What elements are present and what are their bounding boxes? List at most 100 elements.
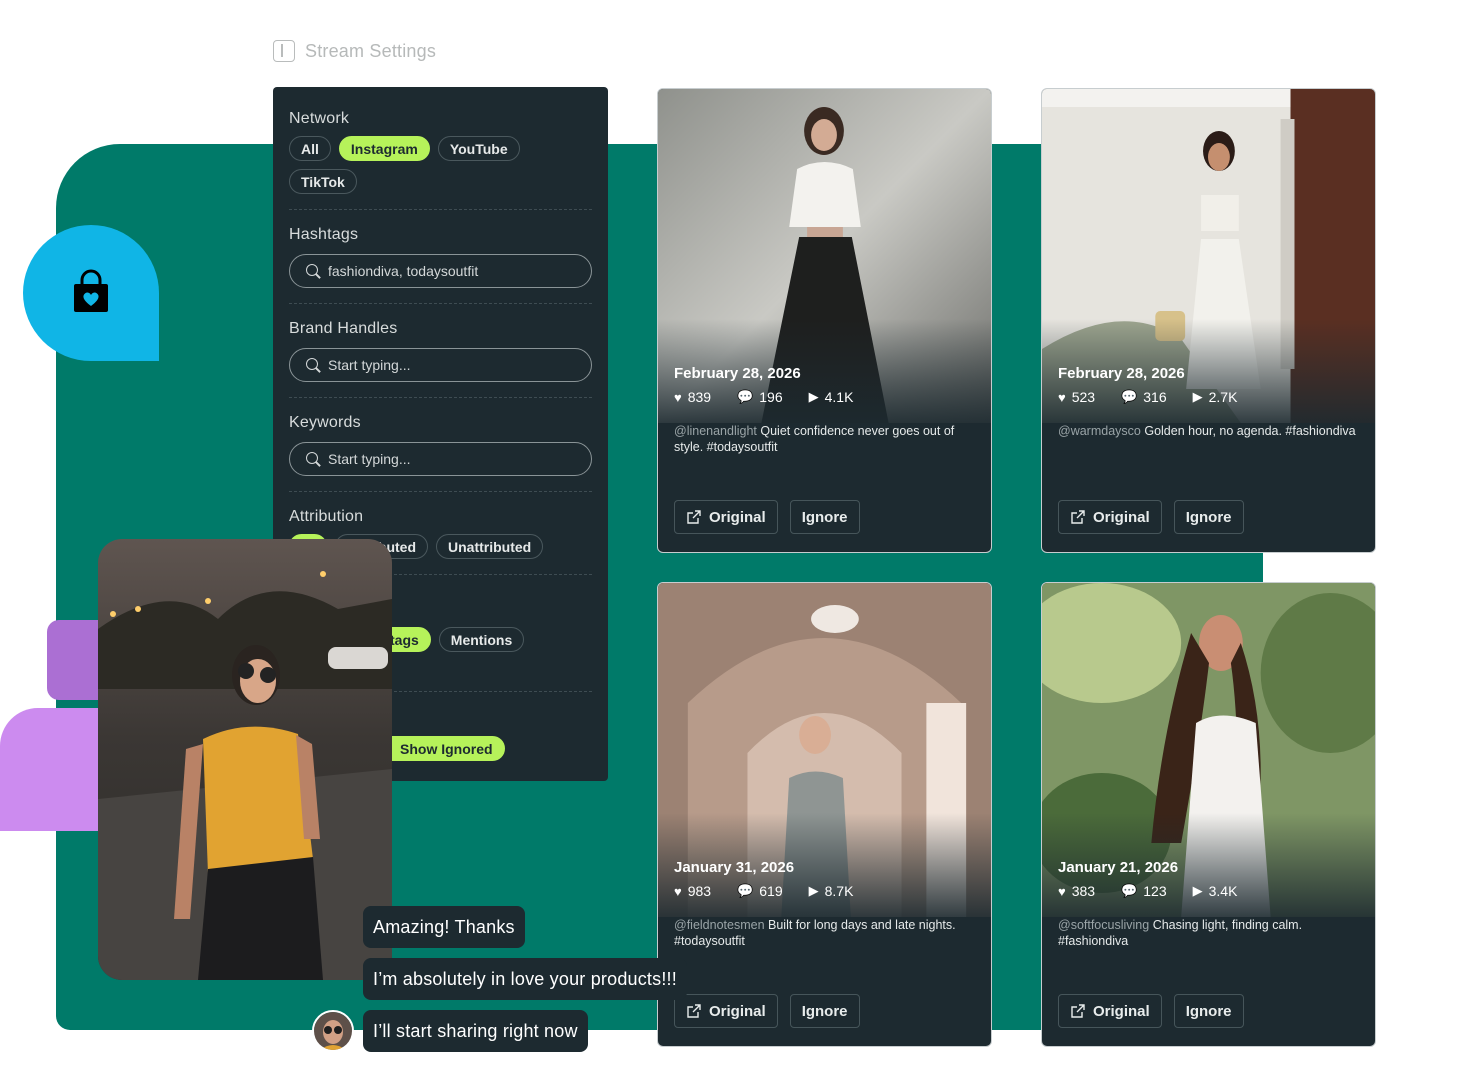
post-handle: @linenandlight	[674, 424, 757, 438]
ignore-button[interactable]: Ignore	[789, 500, 860, 534]
comment-icon: 💬	[737, 389, 754, 404]
divider	[289, 303, 592, 304]
likes-stat: ♥ 523	[1058, 389, 1095, 405]
hashtags-label: Hashtags	[289, 226, 359, 243]
post-card: February 28, 2026 ♥ 523 💬 316 ▶ 2.7K @warmd…	[1041, 88, 1376, 553]
customer-photo-card	[98, 539, 392, 980]
page-title: Stream Settings	[305, 40, 437, 61]
attribution-label: Attribution	[289, 508, 364, 525]
network-label: Network	[289, 110, 350, 127]
heart-icon: ♥	[1058, 389, 1066, 405]
post-actions: Original Ignore	[674, 500, 860, 534]
chip-network-all[interactable]: All	[289, 136, 331, 161]
external-link-icon	[1071, 1004, 1085, 1018]
chat-bubble: I’m absolutely in love your products!!!	[363, 958, 687, 1000]
comments-stat: 💬 123	[1121, 883, 1167, 899]
original-label: Original	[709, 1002, 766, 1020]
chip-network-youtube[interactable]: YouTube	[437, 136, 520, 161]
heart-icon: ♥	[674, 883, 682, 899]
post-text: Golden hour, no agenda. #fashiondiva	[1144, 424, 1356, 438]
chat-bubble: Amazing! Thanks	[363, 906, 525, 948]
avatar	[312, 1010, 354, 1052]
hashtags-section: Hashtags fashiondiva, todaysoutfit	[289, 226, 592, 288]
keywords-placeholder: Start typing...	[328, 451, 411, 467]
chip-source-mentions[interactable]: Mentions	[438, 627, 525, 652]
likes-count: 523	[1071, 389, 1096, 405]
search-icon	[306, 357, 321, 373]
comments-stat: 💬 196	[737, 389, 783, 405]
views-count: 4.1K	[824, 389, 854, 405]
post-caption: @linenandlight Quiet confidence never go…	[674, 423, 979, 455]
post-actions: Original Ignore	[1058, 500, 1244, 534]
original-button[interactable]: Original	[674, 994, 778, 1028]
divider	[289, 209, 592, 210]
chip-attribution-unattributed[interactable]: Unattributed	[436, 534, 544, 559]
original-button[interactable]: Original	[1058, 994, 1162, 1028]
chip-network-instagram[interactable]: Instagram	[338, 136, 430, 161]
post-card: February 28, 2026 ♥ 839 💬 196 ▶ 4.1K @linen…	[657, 88, 992, 553]
comments-count: 196	[759, 389, 783, 405]
post-actions: Original Ignore	[674, 994, 860, 1028]
post-actions: Original Ignore	[1058, 994, 1244, 1028]
hashtags-value: fashiondiva, todaysoutfit	[328, 263, 479, 279]
likes-count: 983	[687, 883, 712, 899]
likes-stat: ♥ 983	[674, 883, 711, 899]
views-count: 3.4K	[1208, 883, 1238, 899]
chip-network-tiktok[interactable]: TikTok	[289, 169, 357, 194]
original-label: Original	[1093, 1002, 1150, 1020]
comments-count: 316	[1143, 389, 1167, 405]
hashtags-input[interactable]: fashiondiva, todaysoutfit	[289, 254, 592, 288]
likes-count: 383	[1071, 883, 1096, 899]
post-date: February 28, 2026	[1058, 365, 1185, 382]
play-icon: ▶	[808, 883, 819, 898]
sidebar-toggle-icon[interactable]	[273, 40, 295, 62]
keywords-label: Keywords	[289, 414, 361, 431]
post-stats: ♥ 523 💬 316 ▶ 2.7K	[1058, 389, 1237, 405]
ignore-button[interactable]: Ignore	[1173, 994, 1244, 1028]
comments-count: 123	[1143, 883, 1167, 899]
post-caption: @warmdaysco Golden hour, no agenda. #fas…	[1058, 423, 1363, 439]
post-caption: @softfocusliving Chasing light, finding …	[1058, 917, 1363, 949]
post-card: January 21, 2026 ♥ 383 💬 123 ▶ 3.4K @softfo…	[1041, 582, 1376, 1047]
views-stat: ▶ 2.7K	[1193, 389, 1238, 405]
divider	[289, 397, 592, 398]
external-link-icon	[687, 1004, 701, 1018]
shopping-bag-heart-icon	[74, 269, 108, 312]
brand-handles-section: Brand Handles Start typing...	[289, 320, 592, 382]
views-count: 8.7K	[824, 883, 854, 899]
comments-stat: 💬 619	[737, 883, 783, 899]
post-stats: ♥ 839 💬 196 ▶ 4.1K	[674, 389, 853, 405]
original-button[interactable]: Original	[1058, 500, 1162, 534]
post-stats: ♥ 983 💬 619 ▶ 8.7K	[674, 883, 853, 899]
avatar-image	[314, 1012, 352, 1050]
brand-handles-input[interactable]: Start typing...	[289, 348, 592, 382]
keywords-section: Keywords Start typing...	[289, 414, 592, 476]
views-count: 2.7K	[1208, 389, 1238, 405]
post-caption: @fieldnotesmen Built for long days and l…	[674, 917, 979, 949]
search-icon	[306, 451, 321, 467]
chat-bubble: I’ll start sharing right now	[363, 1010, 588, 1052]
original-label: Original	[1093, 508, 1150, 526]
play-icon: ▶	[1192, 389, 1203, 404]
network-section: Network All Instagram YouTube TikTok	[289, 110, 592, 194]
post-date: January 31, 2026	[674, 859, 795, 876]
likes-stat: ♥ 839	[674, 389, 711, 405]
views-stat: ▶ 3.4K	[1193, 883, 1238, 899]
likes-stat: ♥ 383	[1058, 883, 1095, 899]
play-icon: ▶	[1192, 883, 1203, 898]
stream-settings-header: Stream Settings	[273, 40, 436, 62]
post-stats: ♥ 383 💬 123 ▶ 3.4K	[1058, 883, 1237, 899]
brand-handles-label: Brand Handles	[289, 320, 398, 337]
ignore-button[interactable]: Ignore	[789, 994, 860, 1028]
original-button[interactable]: Original	[674, 500, 778, 534]
comment-icon: 💬	[1121, 883, 1138, 898]
brand-handles-placeholder: Start typing...	[328, 357, 411, 373]
heart-icon: ♥	[1058, 883, 1066, 899]
comment-icon: 💬	[1121, 389, 1138, 404]
keywords-input[interactable]: Start typing...	[289, 442, 592, 476]
customer-photo	[98, 539, 392, 980]
ignore-button[interactable]: Ignore	[1173, 500, 1244, 534]
heart-icon: ♥	[674, 389, 682, 405]
views-stat: ▶ 8.7K	[809, 883, 854, 899]
shopping-bag-badge	[23, 225, 159, 361]
